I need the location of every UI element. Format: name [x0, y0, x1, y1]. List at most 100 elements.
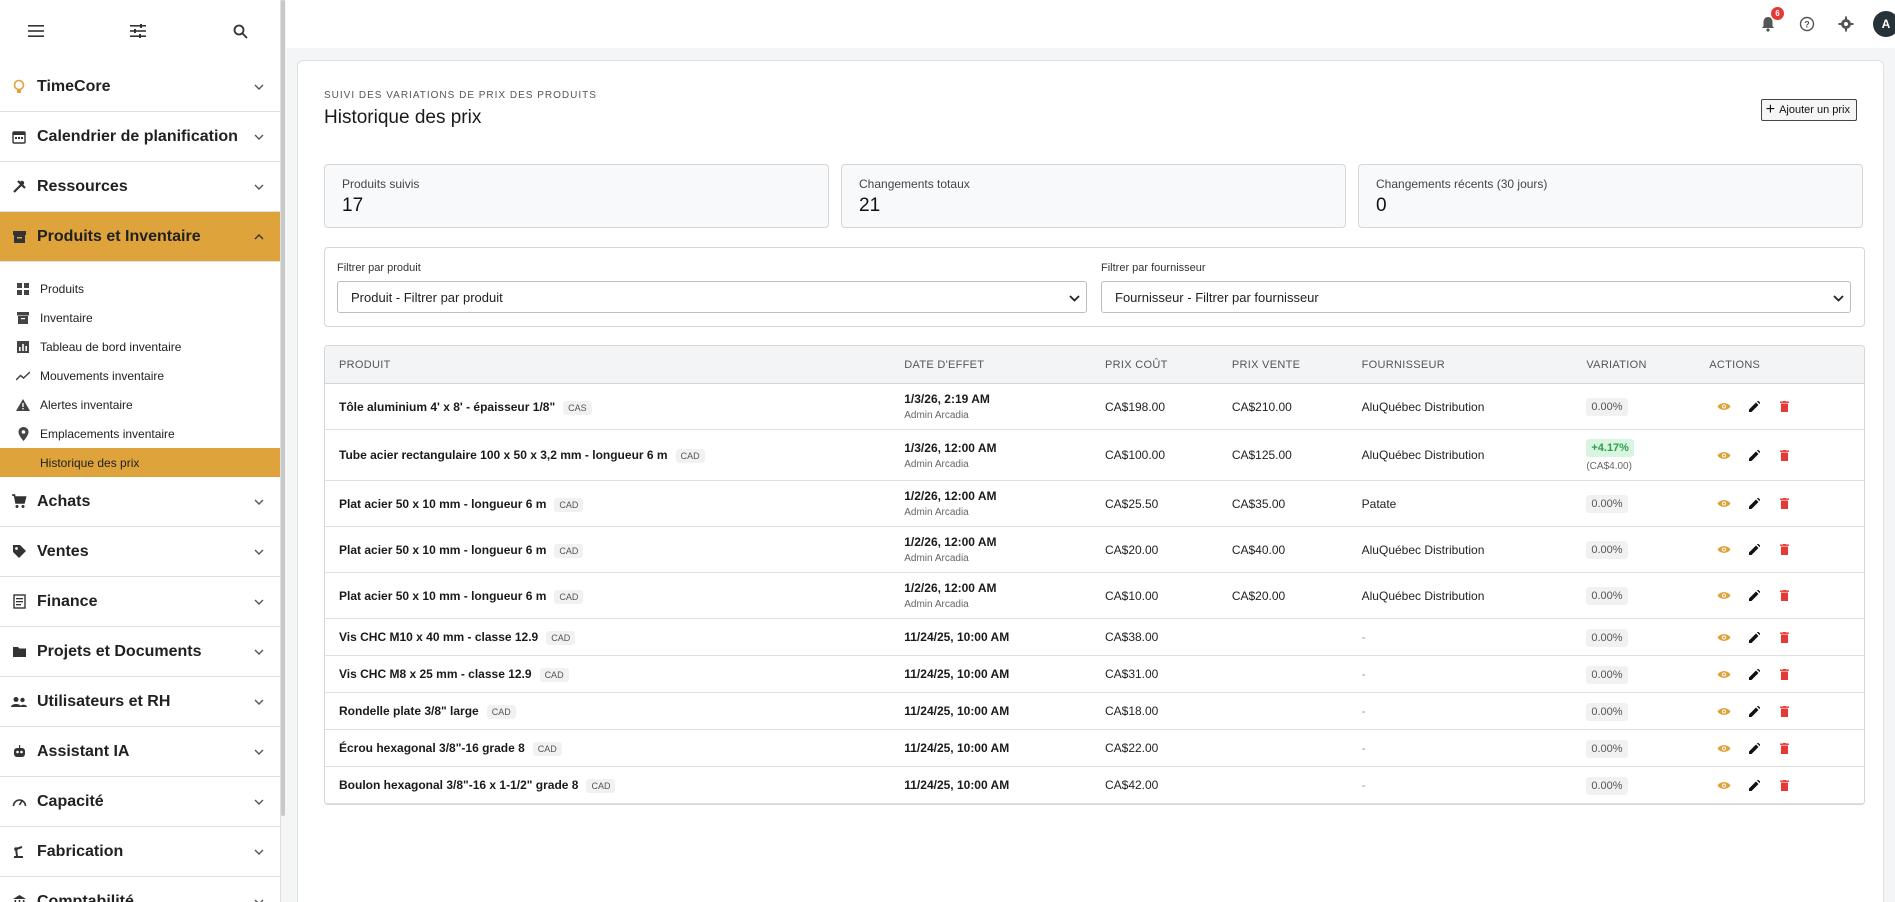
nav-item-calendrier-de-planification[interactable]: Calendrier de planification	[0, 112, 280, 162]
settings-gear-icon[interactable]	[1835, 13, 1857, 35]
submenu-item-label: Produits	[40, 281, 85, 296]
chevron-down-icon	[252, 895, 266, 902]
table-row[interactable]: Écrou hexagonal 3/8"-16 grade 8 CAD 11/24/…	[325, 730, 1864, 767]
table-row[interactable]: Vis CHC M10 x 40 mm - classe 12.9 CAD 11/2…	[325, 619, 1864, 656]
chevron-down-icon	[252, 845, 266, 859]
edit-pencil-icon[interactable]	[1746, 588, 1762, 604]
header-sale-price[interactable]: PRIX VENTE	[1232, 359, 1362, 371]
submenu-item[interactable]: Alertes inventaire	[0, 390, 280, 419]
nav-item-comptabilite[interactable]: Comptabilité	[0, 877, 280, 902]
chevron-down-icon	[252, 495, 266, 509]
product-name: Plat acier 50 x 10 mm - longueur 6 m	[339, 542, 547, 557]
robot-arm-icon	[10, 843, 28, 861]
nav-item-utilisateurs-et-rh[interactable]: Utilisateurs et RH	[0, 677, 280, 727]
header-effective-date[interactable]: DATE D'EFFET	[904, 359, 1105, 371]
table-row[interactable]: Tube acier rectangulaire 100 x 50 x 3,2 …	[325, 430, 1864, 481]
table-header: PRODUIT DATE D'EFFET PRIX COÛT PRIX VENT…	[325, 346, 1864, 384]
nav-item-achats[interactable]: Achats	[0, 477, 280, 527]
table-row[interactable]: Plat acier 50 x 10 mm - longueur 6 m CAD 1…	[325, 573, 1864, 619]
nav-item-timecore[interactable]: TimeCore	[0, 62, 280, 112]
view-eye-icon[interactable]	[1716, 703, 1732, 719]
edit-pencil-icon[interactable]	[1746, 777, 1762, 793]
nav-item-capacite[interactable]: Capacité	[0, 777, 280, 827]
menu-icon[interactable]	[24, 19, 48, 43]
nav-item-ressources[interactable]: Ressources	[0, 162, 280, 212]
delete-trash-icon[interactable]	[1776, 703, 1792, 719]
user-avatar[interactable]: A	[1873, 11, 1895, 37]
product-filter-select[interactable]: Produit - Filtrer par produit	[337, 281, 1087, 313]
view-eye-icon[interactable]	[1716, 629, 1732, 645]
nav-item-label: Ressources	[37, 177, 128, 195]
delete-trash-icon[interactable]	[1776, 542, 1792, 558]
edit-pencil-icon[interactable]	[1746, 542, 1762, 558]
submenu-item-label: Alertes inventaire	[40, 397, 133, 412]
add-price-button[interactable]: + Ajouter un prix	[1760, 99, 1857, 121]
submenu-item[interactable]: Mouvements inventaire	[0, 361, 280, 390]
lightbulb-icon	[10, 78, 28, 96]
edit-pencil-icon[interactable]	[1746, 447, 1762, 463]
delete-trash-icon[interactable]	[1776, 666, 1792, 682]
table-row[interactable]: Rondelle plate 3/8" large CAD 11/24/25, 10…	[325, 693, 1864, 730]
nav-item-projets-et-documents[interactable]: Projets et Documents	[0, 627, 280, 677]
nav-item-fabrication[interactable]: Fabrication	[0, 827, 280, 877]
delete-trash-icon[interactable]	[1776, 777, 1792, 793]
sidebar-scrollbar[interactable]	[281, 0, 285, 816]
help-icon[interactable]: ?	[1796, 13, 1818, 35]
variation-badge: 0.00%	[1586, 398, 1628, 416]
view-eye-icon[interactable]	[1716, 399, 1732, 415]
delete-trash-icon[interactable]	[1776, 588, 1792, 604]
edit-pencil-icon[interactable]	[1746, 629, 1762, 645]
edit-pencil-icon[interactable]	[1746, 740, 1762, 756]
nav-item-ventes[interactable]: Ventes	[0, 527, 280, 577]
view-eye-icon[interactable]	[1716, 588, 1732, 604]
edit-pencil-icon[interactable]	[1746, 399, 1762, 415]
header-cost-price[interactable]: PRIX COÛT	[1105, 359, 1232, 371]
cost-price: CA$18.00	[1104, 704, 1159, 718]
view-eye-icon[interactable]	[1716, 666, 1732, 682]
stat-value: 17	[342, 195, 364, 216]
edit-pencil-icon[interactable]	[1746, 496, 1762, 512]
delete-trash-icon[interactable]	[1776, 740, 1792, 756]
nav-item-assistant-ia[interactable]: Assistant IA	[0, 727, 280, 777]
view-eye-icon[interactable]	[1716, 777, 1732, 793]
table-body: Tôle aluminium 4' x 8' - épaisseur 1/8" C…	[325, 384, 1864, 804]
header-product[interactable]: PRODUIT	[325, 359, 904, 371]
supplier-name: AluQuébec Distribution	[1361, 399, 1485, 414]
product-name: Plat acier 50 x 10 mm - longueur 6 m	[339, 496, 547, 511]
submenu-item[interactable]: Tableau de bord inventaire	[0, 332, 280, 361]
table-row[interactable]: Vis CHC M8 x 25 mm - classe 12.9 CAD 11/24…	[325, 656, 1864, 693]
nav-item-finance[interactable]: Finance	[0, 577, 280, 627]
people-icon	[10, 693, 28, 711]
submenu-item-label: Historique des prix	[40, 455, 140, 470]
warning-icon	[16, 398, 30, 412]
search-icon[interactable]	[228, 19, 252, 43]
submenu-item[interactable]: Produits	[0, 274, 280, 303]
sale-price: CA$210.00	[1231, 399, 1292, 414]
supplier-filter-select[interactable]: Fournisseur - Filtrer par fournisseur	[1101, 281, 1851, 313]
table-row[interactable]: Boulon hexagonal 3/8"-16 x 1-1/2" grade …	[325, 767, 1864, 804]
notifications-bell-icon[interactable]: 6	[1757, 7, 1784, 35]
product-filter-value: Produit - Filtrer par produit	[351, 289, 503, 305]
table-row[interactable]: Plat acier 50 x 10 mm - longueur 6 m CAD 1…	[325, 481, 1864, 527]
delete-trash-icon[interactable]	[1776, 629, 1792, 645]
edit-pencil-icon[interactable]	[1746, 666, 1762, 682]
submenu-item[interactable]: Historique des prix	[0, 448, 280, 477]
plus-icon: +	[1765, 101, 1776, 118]
table-row[interactable]: Plat acier 50 x 10 mm - longueur 6 m CAD 1…	[325, 527, 1864, 573]
edit-pencil-icon[interactable]	[1746, 703, 1762, 719]
header-supplier[interactable]: FOURNISSEUR	[1362, 359, 1587, 371]
header-variation[interactable]: VARIATION	[1586, 359, 1709, 371]
filter-sliders-icon[interactable]	[126, 19, 150, 43]
delete-trash-icon[interactable]	[1776, 399, 1792, 415]
submenu-item[interactable]: Inventaire	[0, 303, 280, 332]
delete-trash-icon[interactable]	[1776, 496, 1792, 512]
nav-item-produits-et-inventaire[interactable]: Produits et Inventaire	[0, 212, 280, 262]
delete-trash-icon[interactable]	[1776, 447, 1792, 463]
view-eye-icon[interactable]	[1716, 542, 1732, 558]
table-row[interactable]: Tôle aluminium 4' x 8' - épaisseur 1/8" C…	[325, 384, 1864, 430]
view-eye-icon[interactable]	[1716, 447, 1732, 463]
submenu-item[interactable]: Emplacements inventaire	[0, 419, 280, 448]
view-eye-icon[interactable]	[1716, 740, 1732, 756]
supplier-name: -	[1361, 630, 1366, 644]
view-eye-icon[interactable]	[1716, 496, 1732, 512]
